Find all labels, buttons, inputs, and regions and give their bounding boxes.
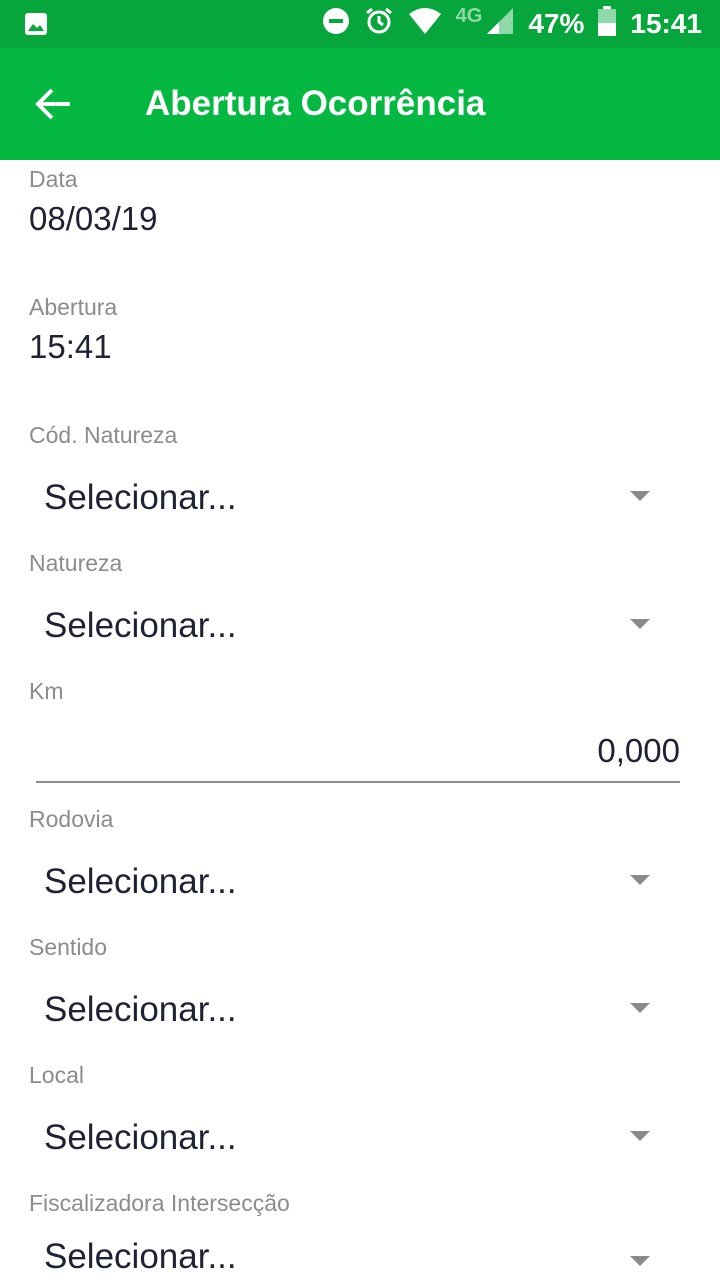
page-title: Abertura Ocorrência <box>145 84 486 123</box>
do-not-disturb-icon <box>322 7 350 42</box>
sentido-label: Sentido <box>29 934 108 960</box>
km-input[interactable]: 0,000 <box>597 732 680 770</box>
natureza-label: Natureza <box>29 550 123 576</box>
abertura-value[interactable]: 15:41 <box>29 328 112 366</box>
chevron-down-icon[interactable] <box>630 619 650 629</box>
battery-icon <box>598 5 617 43</box>
local-select-value[interactable]: Selecionar... <box>44 1118 237 1158</box>
app-bar: Abertura Ocorrência <box>0 48 720 160</box>
form: Data 08/03/19 Abertura 15:41 Cód. Nature… <box>0 160 720 1280</box>
km-input-underline <box>36 781 680 783</box>
data-value[interactable]: 08/03/19 <box>29 200 157 238</box>
cod-natureza-label: Cód. Natureza <box>29 422 178 448</box>
alarm-icon <box>364 6 394 43</box>
network-type-label: 4G <box>455 4 483 27</box>
chevron-down-icon[interactable] <box>630 1003 650 1013</box>
fiscalizadora-label: Fiscalizadora Intersecção <box>29 1190 290 1216</box>
fiscalizadora-select-value[interactable]: Selecionar... <box>44 1237 237 1277</box>
battery-percent: 47% <box>528 8 585 39</box>
chevron-down-icon[interactable] <box>630 491 650 501</box>
rodovia-label: Rodovia <box>29 806 114 832</box>
km-label: Km <box>29 678 64 704</box>
cod-natureza-select-value[interactable]: Selecionar... <box>44 478 237 518</box>
chevron-down-icon[interactable] <box>630 1256 650 1266</box>
image-icon <box>24 12 48 41</box>
chevron-down-icon[interactable] <box>630 1131 650 1141</box>
cell-signal-icon <box>486 7 514 42</box>
status-bar: 4G 47% 15:41 <box>0 0 720 48</box>
sentido-select-value[interactable]: Selecionar... <box>44 990 237 1030</box>
clock: 15:41 <box>630 8 702 39</box>
wifi-icon <box>408 7 442 42</box>
data-label: Data <box>29 166 78 192</box>
abertura-label: Abertura <box>29 294 118 320</box>
chevron-down-icon[interactable] <box>630 875 650 885</box>
rodovia-select-value[interactable]: Selecionar... <box>44 862 237 902</box>
local-label: Local <box>29 1062 84 1088</box>
arrow-back-icon[interactable] <box>34 86 74 122</box>
natureza-select-value[interactable]: Selecionar... <box>44 606 237 646</box>
